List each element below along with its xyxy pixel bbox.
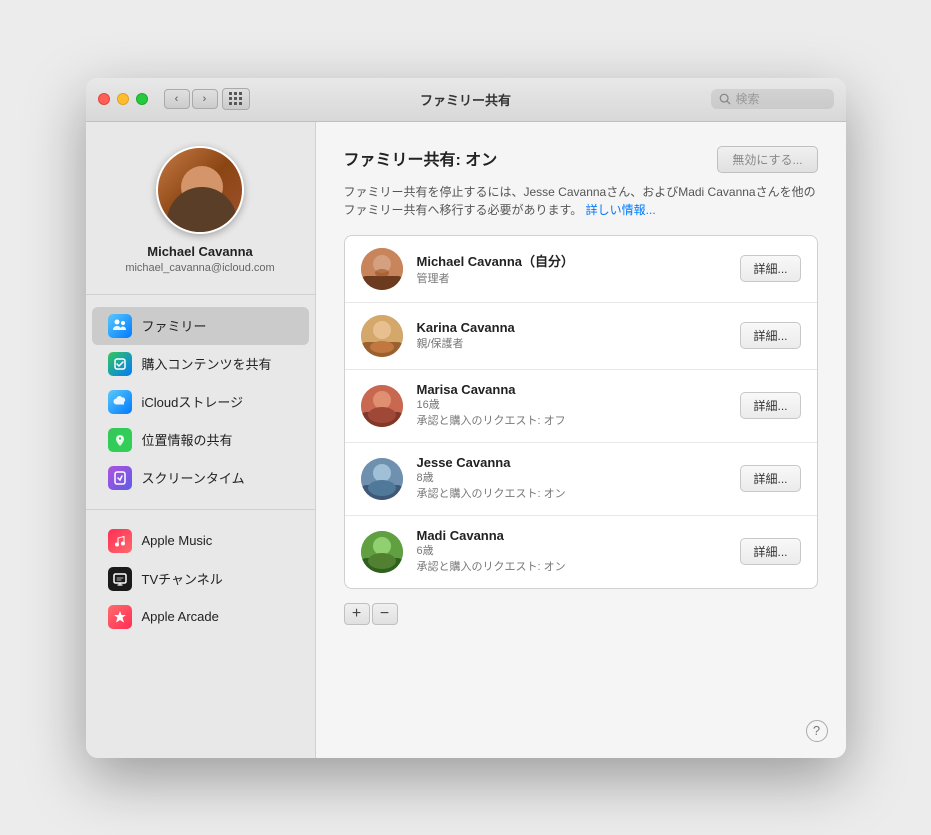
forward-button[interactable]: ›	[192, 89, 218, 109]
member-name: Michael Cavanna（自分）	[417, 251, 727, 270]
sidebar-item-label-purchase: 購入コンテンツを共有	[142, 354, 272, 373]
family-sharing-title: ファミリー共有: オン	[344, 146, 498, 170]
main-window: ‹ › ファミリー共有	[86, 78, 846, 758]
sidebar-nav: ファミリー 購入コンテンツを共有	[86, 295, 315, 510]
family-sharing-header: ファミリー共有: オン 無効にする...	[344, 146, 818, 173]
member-row: Karina Cavanna 親/保護者 詳細...	[345, 303, 817, 370]
sidebar-item-label-tv: TVチャンネル	[142, 569, 223, 588]
sidebar-item-label-location: 位置情報の共有	[142, 430, 233, 449]
member-name: Karina Cavanna	[417, 320, 727, 335]
main-content: ファミリー共有: オン 無効にする... ファミリー共有を停止するには、Jess…	[316, 122, 846, 758]
search-input[interactable]	[736, 92, 826, 106]
member-role: 管理者	[417, 270, 727, 286]
main-wrapper: ファミリー共有: オン 無効にする... ファミリー共有を停止するには、Jess…	[316, 122, 846, 758]
content-area: Michael Cavanna michael_cavanna@icloud.c…	[86, 122, 846, 758]
member-row: Madi Cavanna 6歳 承認と購入のリクエスト: オン 詳細...	[345, 516, 817, 588]
member-row: Jesse Cavanna 8歳 承認と購入のリクエスト: オン 詳細...	[345, 443, 817, 516]
family-sharing-desc: ファミリー共有を停止するには、Jesse Cavannaさん、およびMadi C…	[344, 183, 818, 219]
tv-icon	[108, 567, 132, 591]
music-icon	[108, 529, 132, 553]
member-avatar-marisa	[361, 385, 403, 427]
window-title: ファミリー共有	[420, 90, 511, 109]
grid-icon	[229, 92, 243, 106]
nav-buttons: ‹ ›	[164, 89, 218, 109]
details-button-marisa[interactable]: 詳細...	[740, 392, 800, 419]
member-avatar-karina	[361, 315, 403, 357]
icloud-icon	[108, 390, 132, 414]
details-button-jesse[interactable]: 詳細...	[740, 465, 800, 492]
member-info-madi: Madi Cavanna 6歳 承認と購入のリクエスト: オン	[417, 528, 727, 576]
member-role: 8歳 承認と購入のリクエスト: オン	[417, 470, 727, 503]
description-text: ファミリー共有を停止するには、Jesse Cavannaさん、およびMadi C…	[344, 185, 816, 217]
profile-email: michael_cavanna@icloud.com	[125, 262, 274, 274]
sidebar-item-label-music: Apple Music	[142, 533, 213, 548]
screentime-icon	[108, 466, 132, 490]
member-info-marisa: Marisa Cavanna 16歳 承認と購入のリクエスト: オフ	[417, 382, 727, 430]
sidebar: Michael Cavanna michael_cavanna@icloud.c…	[86, 122, 316, 758]
disable-button[interactable]: 無効にする...	[717, 146, 817, 173]
member-row: Michael Cavanna（自分） 管理者 詳細...	[345, 236, 817, 303]
sidebar-item-screentime[interactable]: スクリーンタイム	[92, 459, 309, 497]
profile-name: Michael Cavanna	[147, 244, 253, 259]
member-avatar-madi	[361, 531, 403, 573]
maximize-button[interactable]	[136, 93, 148, 105]
sidebar-item-arcade[interactable]: Apple Arcade	[92, 598, 309, 636]
search-box[interactable]	[711, 89, 834, 109]
member-name: Madi Cavanna	[417, 528, 727, 543]
sidebar-item-location[interactable]: 位置情報の共有	[92, 421, 309, 459]
sidebar-item-purchase[interactable]: 購入コンテンツを共有	[92, 345, 309, 383]
member-name: Marisa Cavanna	[417, 382, 727, 397]
family-icon	[108, 314, 132, 338]
profile-section: Michael Cavanna michael_cavanna@icloud.c…	[86, 122, 315, 295]
minimize-button[interactable]	[117, 93, 129, 105]
sidebar-item-label-screentime: スクリーンタイム	[142, 468, 245, 487]
member-info-karina: Karina Cavanna 親/保護者	[417, 320, 727, 351]
close-button[interactable]	[98, 93, 110, 105]
sidebar-item-label-family: ファミリー	[142, 316, 207, 335]
sidebar-services: Apple Music TVチャンネル	[86, 510, 315, 648]
member-avatar-jesse	[361, 458, 403, 500]
member-role: 親/保護者	[417, 335, 727, 351]
location-icon	[108, 428, 132, 452]
add-remove-buttons: + −	[344, 603, 818, 625]
grid-button[interactable]	[222, 88, 250, 110]
avatar	[156, 146, 244, 234]
back-button[interactable]: ‹	[164, 89, 190, 109]
member-role: 16歳 承認と購入のリクエスト: オフ	[417, 397, 727, 430]
learn-more-link[interactable]: 詳しい情報...	[586, 203, 656, 217]
member-name: Jesse Cavanna	[417, 455, 727, 470]
help-button[interactable]: ?	[806, 720, 828, 742]
sidebar-item-tv[interactable]: TVチャンネル	[92, 560, 309, 598]
details-button-madi[interactable]: 詳細...	[740, 538, 800, 565]
details-button-karina[interactable]: 詳細...	[740, 322, 800, 349]
avatar-image	[158, 148, 242, 232]
traffic-lights	[98, 93, 148, 105]
sidebar-item-family[interactable]: ファミリー	[92, 307, 309, 345]
sidebar-item-label-icloud: iCloudストレージ	[142, 392, 244, 411]
add-member-button[interactable]: +	[344, 603, 370, 625]
member-info-michael: Michael Cavanna（自分） 管理者	[417, 251, 727, 286]
member-avatar-michael	[361, 248, 403, 290]
arcade-icon	[108, 605, 132, 629]
titlebar: ‹ › ファミリー共有	[86, 78, 846, 122]
member-row: Marisa Cavanna 16歳 承認と購入のリクエスト: オフ 詳細...	[345, 370, 817, 443]
purchase-icon	[108, 352, 132, 376]
remove-member-button[interactable]: −	[372, 603, 398, 625]
sidebar-item-label-arcade: Apple Arcade	[142, 609, 219, 624]
sidebar-item-music[interactable]: Apple Music	[92, 522, 309, 560]
details-button-michael[interactable]: 詳細...	[740, 255, 800, 282]
members-list: Michael Cavanna（自分） 管理者 詳細...	[344, 235, 818, 589]
search-icon	[719, 93, 731, 105]
member-info-jesse: Jesse Cavanna 8歳 承認と購入のリクエスト: オン	[417, 455, 727, 503]
member-role: 6歳 承認と購入のリクエスト: オン	[417, 543, 727, 576]
sidebar-item-icloud[interactable]: iCloudストレージ	[92, 383, 309, 421]
